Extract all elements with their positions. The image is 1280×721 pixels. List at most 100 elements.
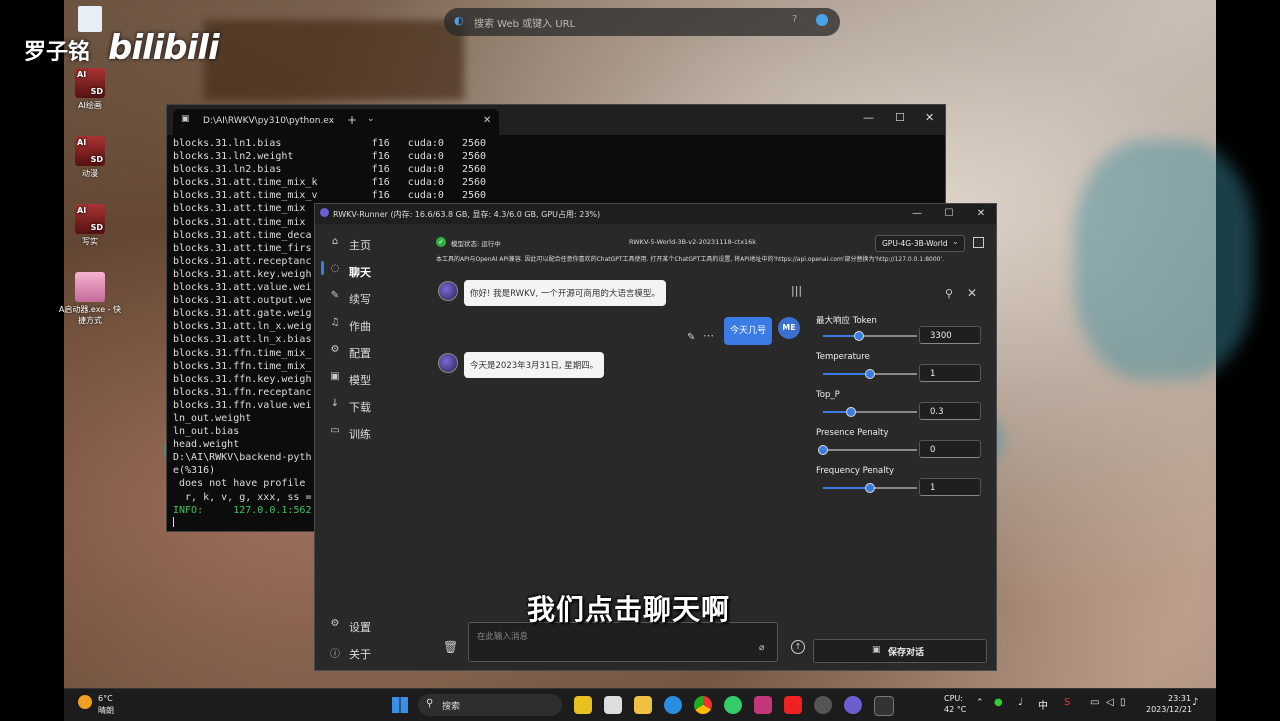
close-icon[interactable]: ✕ [969,207,993,221]
desktop-shortcut[interactable]: A启动器.exe - 快捷方式 [58,272,122,326]
rwkv-avatar [438,281,458,301]
notification-icon[interactable]: ♪ [1192,697,1198,708]
save-conversation-button[interactable]: ▣ 保存对话 [813,639,987,663]
param-slider[interactable] [818,445,917,455]
minimize-icon[interactable]: — [905,207,929,221]
nav-item-1[interactable]: ⌂ 主页 [329,233,399,255]
nav-item-5[interactable]: ⚙ 配置 [329,341,399,363]
api-notice: 本工具的API与OpenAI API兼容. 因此可以配合任意你喜欢的ChatGP… [436,256,945,263]
trash-icon[interactable]: 🗑 [443,640,458,654]
edit-icon[interactable]: ✎ [687,332,695,343]
slider-knob[interactable] [865,483,875,493]
close-tab-icon[interactable]: ✕ [483,115,491,126]
nav-active-indicator [321,261,324,275]
nav-item-7[interactable]: ↓ 下载 [329,395,399,417]
app-icon[interactable] [574,696,592,714]
network-icon[interactable]: ▭ [1090,697,1099,708]
send-icon[interactable]: ↑ [791,640,805,654]
nav-item-8[interactable]: ▭ 训练 [329,422,399,444]
user-message: 今天几号 [724,317,772,345]
param-value-input[interactable]: 3300 [919,326,981,344]
windows-start-icon[interactable] [392,697,408,713]
weather-icon[interactable] [78,695,92,709]
nav-item-3[interactable]: ✎ 续写 [329,287,399,309]
runner-title: RWKV-Runner (内存: 16.6/63.8 GB, 显存: 4.3/6… [333,210,601,219]
save-button-label: 保存对话 [888,648,925,658]
recycle-bin-icon[interactable] [58,6,122,34]
nav-item-2[interactable]: ◌ 聊天 [329,260,399,282]
message-input[interactable]: 在此输入消息 ⌀ [468,622,778,662]
nav-item-label: 模型 [349,374,371,387]
terminal-cursor [173,517,174,527]
pin-icon[interactable]: ⚲ [945,287,953,300]
terminal-tab-title: D:\AI\RWKV\py310\python.ex [203,116,335,126]
nav-bottom-item-1[interactable]: ⚙ 设置 [329,615,399,637]
close-icon[interactable]: ✕ [925,111,934,124]
more-icon[interactable]: ⋯ [703,329,714,342]
taskbar-search[interactable]: ⚲ 搜索 [418,694,562,716]
desktop-shortcut[interactable]: AI SD 写实 [58,204,122,247]
nav-item-label: 聊天 [349,266,371,279]
web-search-bar[interactable]: ◐ 搜索 Web 或键入 URL ? [444,8,840,36]
youtube-icon[interactable] [784,696,802,714]
minimize-icon[interactable]: — [863,111,874,124]
app-icon[interactable] [754,696,772,714]
wechat-icon[interactable]: ● [994,697,1003,708]
toggle-panel-icon[interactable] [973,237,984,248]
bing-icon[interactable] [816,14,828,26]
close-panel-icon[interactable]: ✕ [967,286,977,300]
app-icon[interactable] [604,696,622,714]
slider-knob[interactable] [865,369,875,379]
file-explorer-icon[interactable] [634,696,652,714]
app-icon[interactable] [724,696,742,714]
nav-item-label: 下载 [349,401,371,414]
drag-handle-icon[interactable]: ||| [791,284,802,297]
slider-knob[interactable] [846,407,857,417]
app-logo-icon [320,208,329,217]
chevron-down-icon[interactable]: ⌄ [367,114,375,124]
desktop-shortcut[interactable]: AI SD 动漫 [58,136,122,179]
param-value-input[interactable]: 1 [919,478,981,496]
param-label: 最大响应 Token [816,316,877,326]
edge-icon[interactable] [664,696,682,714]
slider-knob[interactable] [818,445,828,455]
preset-select[interactable]: GPU-4G-3B-World ⌄ [875,235,965,252]
terminal-taskbar-icon[interactable] [874,696,894,716]
rwkv-runner-taskbar-icon[interactable] [844,696,862,714]
video-subtitle: 我们点击聊天啊 [527,593,731,626]
clock-time[interactable]: 23:31 [1168,694,1191,703]
param-slider[interactable] [823,331,917,341]
chrome-icon[interactable] [694,696,712,714]
nav-item-4[interactable]: ♫ 作曲 [329,314,399,336]
nav-bottom-item-2[interactable]: ⓘ 关于 [329,642,399,664]
maximize-icon[interactable]: ☐ [937,207,961,221]
clock-date[interactable]: 2023/12/21 [1146,705,1192,714]
nav-item-6[interactable]: ▣ 模型 [329,368,399,390]
param-value-input[interactable]: 1 [919,364,981,382]
save-icon: ▣ [872,645,881,655]
preset-value: GPU-4G-3B-World [882,239,948,248]
attach-icon[interactable]: ⌀ [759,643,764,653]
volume-icon[interactable]: ◁ [1106,697,1114,708]
ai-message-greeting: 你好! 我是RWKV, 一个开源可商用的大语言模型。 [464,280,666,306]
param-slider[interactable] [823,407,917,417]
watermark-author: 罗子铭 [24,40,91,65]
app-tray-icon[interactable]: S [1064,697,1070,708]
desktop-shortcut[interactable]: AI SD AI绘画 [58,68,122,111]
slider-knob[interactable] [853,331,864,341]
help-icon[interactable]: ? [792,14,797,25]
param-slider[interactable] [823,483,917,493]
ime-indicator[interactable]: 中 [1038,697,1048,712]
chevron-up-icon[interactable]: ⌃ [976,698,984,708]
battery-icon[interactable]: ▯ [1120,697,1126,708]
mic-icon[interactable]: ♩ [1018,697,1023,708]
about-icon: ⓘ [330,649,340,660]
maximize-icon[interactable]: ☐ [895,111,905,124]
nav-item-label: 续写 [349,293,371,306]
app-icon[interactable] [814,696,832,714]
param-value-input[interactable]: 0 [919,440,981,458]
new-tab-button[interactable]: + [347,113,357,127]
param-value-input[interactable]: 0.3 [919,402,981,420]
param-slider[interactable] [823,369,917,379]
terminal-tab[interactable]: ▣ D:\AI\RWKV\py310\python.ex ✕ [173,109,499,135]
